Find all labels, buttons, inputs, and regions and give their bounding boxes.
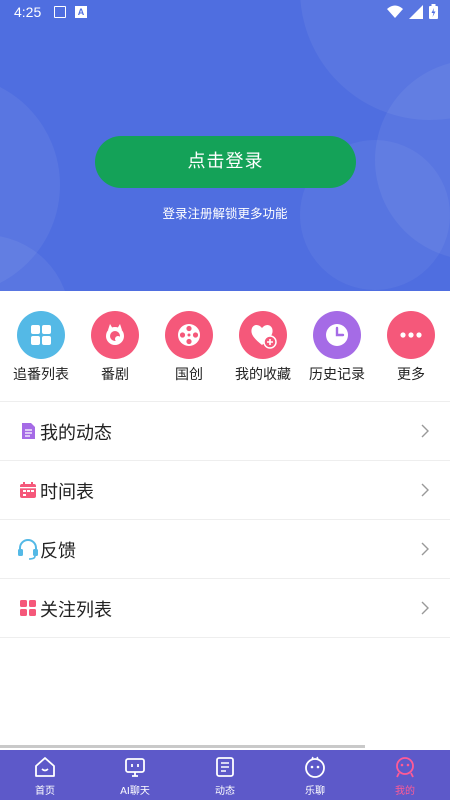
- bottom-nav: 首页 AI聊天 动态 乐聊 我的: [0, 750, 450, 800]
- nav-item-home[interactable]: 首页: [0, 750, 90, 800]
- nav-item-feed[interactable]: 动态: [180, 750, 270, 800]
- wifi-icon: [387, 5, 403, 18]
- quick-item-label: 国创: [175, 367, 203, 383]
- app-notification-icon: A: [75, 6, 87, 18]
- nav-item-label: 我的: [395, 786, 415, 797]
- face-icon: [305, 756, 325, 778]
- cat-paw-icon: [91, 311, 139, 359]
- scroll-indicator: [0, 745, 365, 748]
- status-time: 4:25: [14, 4, 42, 20]
- profile-header: 4:25 A 点击登录 登录注册解锁更多功能: [0, 0, 450, 291]
- quick-item-domestic[interactable]: 国创: [151, 311, 227, 384]
- profile-face-icon: [396, 757, 414, 778]
- menu-item-feedback[interactable]: 反馈: [0, 520, 450, 578]
- nav-item-label: 动态: [215, 786, 235, 797]
- more-dots-icon: [387, 311, 435, 359]
- document-icon: [22, 423, 35, 439]
- calendar-icon: [20, 482, 36, 498]
- quick-item-more[interactable]: 更多: [373, 311, 449, 384]
- quick-item-label: 追番列表: [13, 367, 69, 383]
- login-subtitle: 登录注册解锁更多功能: [162, 206, 288, 221]
- chevron-right-icon: [421, 483, 429, 497]
- headset-icon: [18, 539, 38, 560]
- chevron-right-icon: [421, 601, 429, 615]
- film-reel-icon: [165, 311, 213, 359]
- tv-icon: [125, 758, 145, 777]
- nav-item-le-chat[interactable]: 乐聊: [270, 750, 360, 800]
- login-button[interactable]: 点击登录: [95, 136, 356, 188]
- menu-item-my-posts[interactable]: 我的动态: [0, 402, 450, 460]
- signal-icon: [409, 4, 423, 19]
- status-bar: 4:25 A: [0, 0, 450, 24]
- feed-icon: [216, 757, 234, 777]
- grid-icon: [17, 311, 65, 359]
- grid-tiles-icon: [20, 600, 36, 616]
- quick-item-follow-list[interactable]: 追番列表: [3, 311, 79, 384]
- home-icon: [35, 757, 55, 777]
- menu-item-label: 时间表: [40, 482, 94, 503]
- chevron-right-icon: [421, 542, 429, 556]
- quick-menu: 追番列表 番剧 国创 我的收藏 历史记录 更多: [0, 311, 450, 387]
- nav-item-ai-chat[interactable]: AI聊天: [90, 750, 180, 800]
- nav-item-label: 乐聊: [305, 786, 325, 797]
- nav-item-profile[interactable]: 我的: [360, 750, 450, 800]
- quick-item-history[interactable]: 历史记录: [299, 311, 375, 384]
- quick-item-favorites[interactable]: 我的收藏: [225, 311, 301, 384]
- menu-item-schedule[interactable]: 时间表: [0, 461, 450, 519]
- nav-item-label: AI聊天: [120, 786, 150, 797]
- quick-item-anime[interactable]: 番剧: [77, 311, 153, 384]
- image-notification-icon: [54, 6, 66, 18]
- quick-item-label: 番剧: [101, 367, 129, 383]
- battery-icon: [429, 4, 438, 19]
- menu-item-following-list[interactable]: 关注列表: [0, 579, 450, 637]
- quick-item-label: 历史记录: [309, 367, 365, 383]
- heart-plus-icon: [239, 311, 287, 359]
- menu-item-label: 关注列表: [40, 600, 112, 621]
- divider: [0, 637, 450, 638]
- nav-item-label: 首页: [35, 786, 55, 797]
- menu-item-label: 反馈: [40, 541, 76, 562]
- menu-item-label: 我的动态: [40, 423, 112, 444]
- clock-icon: [313, 311, 361, 359]
- quick-item-label: 我的收藏: [235, 367, 291, 383]
- chevron-right-icon: [421, 424, 429, 438]
- quick-item-label: 更多: [397, 367, 425, 383]
